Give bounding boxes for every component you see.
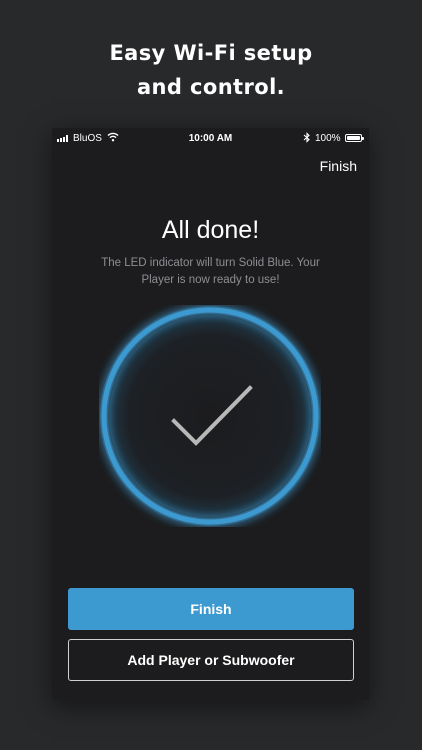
status-bar: BluOS 10:00 AM 100%: [52, 128, 369, 150]
checkmark-icon: [100, 306, 320, 526]
promo-line-2: and control.: [136, 75, 286, 99]
promo-line-1: Easy Wi-Fi setup: [109, 41, 313, 65]
battery-icon: [345, 134, 364, 142]
finish-button[interactable]: Finish: [68, 588, 354, 630]
bluetooth-icon: [303, 132, 311, 146]
page-subtitle: The LED indicator will turn Solid Blue. …: [101, 257, 320, 286]
page-title: All done!: [161, 216, 260, 244]
add-player-button[interactable]: Add Player or Subwoofer: [68, 639, 354, 681]
battery-percent: 100%: [315, 133, 341, 144]
phone-screen: BluOS 10:00 AM 100% Finish All done! The…: [52, 128, 369, 700]
promo-headline: Easy Wi-Fi setup and control.: [0, 36, 422, 104]
finish-link[interactable]: Finish: [320, 158, 357, 174]
